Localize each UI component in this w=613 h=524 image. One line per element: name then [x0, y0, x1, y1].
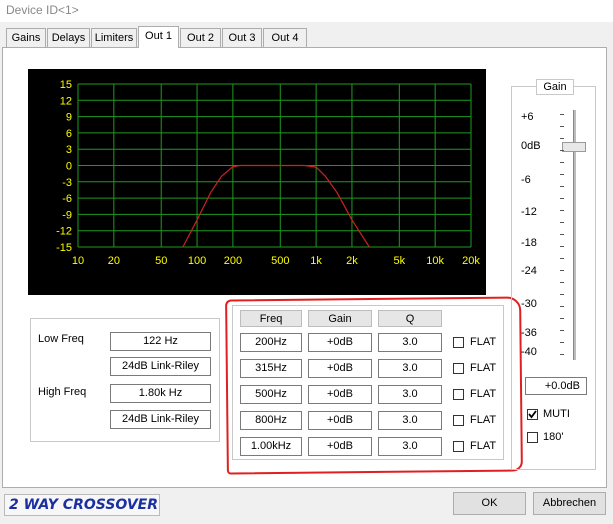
x-tick-label: 5k: [394, 255, 406, 267]
y-tick-label: 6: [66, 128, 72, 140]
gain-slider-tick: [560, 306, 564, 307]
x-tick-label: 200: [224, 255, 242, 267]
gain-scale-label: -30: [521, 298, 537, 310]
y-tick-label: 0: [66, 161, 72, 173]
low-filter-type-field[interactable]: 24dB Link-Riley: [110, 357, 211, 376]
y-tick-label: -3: [62, 177, 72, 189]
high-freq-label: High Freq: [38, 386, 87, 398]
y-tick-label: -12: [56, 226, 72, 238]
y-tick-label: 3: [66, 144, 72, 156]
y-tick-label: -9: [62, 209, 72, 221]
gain-slider-tick: [560, 114, 564, 115]
gain-slider-tick: [560, 186, 564, 187]
gain-scale-label: -36: [521, 327, 537, 339]
gain-slider-tick: [560, 318, 564, 319]
low-freq-label: Low Freq: [38, 333, 84, 345]
gain-slider-thumb[interactable]: [562, 142, 586, 152]
highlight-annotation: [225, 296, 523, 475]
gain-slider-tick: [560, 258, 564, 259]
gain-slider-tick: [560, 150, 564, 151]
gain-slider-tick: [560, 222, 564, 223]
gain-slider-tick: [560, 162, 564, 163]
tab-gains[interactable]: Gains: [6, 28, 46, 47]
tab-out-4[interactable]: Out 4: [263, 28, 307, 47]
gain-title: Gain: [536, 79, 574, 95]
cancel-button[interactable]: Abbrechen: [533, 492, 606, 515]
gain-slider-tick: [560, 234, 564, 235]
y-tick-label: -15: [56, 242, 72, 254]
gain-scale-label: -18: [521, 237, 537, 249]
gain-slider-tick: [560, 246, 564, 247]
x-tick-label: 50: [155, 255, 167, 267]
gain-slider-tick: [560, 198, 564, 199]
gain-slider-tick: [560, 126, 564, 127]
muti-checkbox[interactable]: [527, 409, 538, 420]
gain-slider-tick: [560, 330, 564, 331]
chart-svg: 15 12 9 6 3 0 -3 -6 -9 -12 -1510 20 50 100 200 500 1k 2k 5…: [56, 79, 480, 267]
gain-slider-tick: [560, 282, 564, 283]
low-freq-field[interactable]: 122 Hz: [110, 332, 211, 351]
window-title: Device ID<1>: [6, 3, 79, 17]
ok-button[interactable]: OK: [453, 492, 526, 515]
gain-scale-label: -40: [521, 346, 537, 358]
gain-slider-tick: [560, 174, 564, 175]
gain-scale-label: +6: [521, 111, 534, 123]
response-curve: [182, 164, 370, 248]
gain-scale-label: 0dB: [521, 140, 541, 152]
frequency-response-chart: 15 12 9 6 3 0 -3 -6 -9 -12 -15 10 20 50 100 200 500 1k 2k 5…: [28, 69, 486, 295]
gain-slider-tick: [560, 354, 564, 355]
tab-out-3[interactable]: Out 3: [222, 28, 262, 47]
gain-slider-tick: [560, 342, 564, 343]
muti-label: MUTI: [543, 408, 570, 420]
y-tick-label: -6: [62, 193, 72, 205]
x-tick-label: 1k: [310, 255, 322, 267]
high-freq-field[interactable]: 1.80k Hz: [110, 384, 211, 403]
x-tick-label: 10k: [426, 255, 444, 267]
tab-delays[interactable]: Delays: [47, 28, 90, 47]
y-tick-label: 15: [60, 79, 72, 91]
brand-label: 2 WAY CROSSOVER: [4, 494, 160, 516]
gain-slider-tick: [560, 210, 564, 211]
gain-scale-label: -6: [521, 174, 531, 186]
x-tick-label: 20k: [462, 255, 480, 267]
x-tick-label: 500: [271, 255, 289, 267]
x-tick-label: 20: [108, 255, 120, 267]
tab-limiters[interactable]: Limiters: [91, 28, 137, 47]
x-tick-label: 2k: [346, 255, 358, 267]
gain-slider-tick: [560, 294, 564, 295]
x-tick-label: 10: [72, 255, 84, 267]
gain-scale-label: -12: [521, 206, 537, 218]
title-bar: Device ID<1>: [0, 0, 613, 22]
y-tick-label: 12: [60, 95, 72, 107]
y-tick-label: 9: [66, 112, 72, 124]
tab-out-2[interactable]: Out 2: [180, 28, 221, 47]
gain-slider-tick: [560, 138, 564, 139]
phase-180-checkbox[interactable]: [527, 432, 538, 443]
gain-scale-label: -24: [521, 265, 537, 277]
high-filter-type-field[interactable]: 24dB Link-Riley: [110, 410, 211, 429]
phase-180-label: 180': [543, 431, 564, 443]
x-tick-label: 100: [188, 255, 206, 267]
tab-out-1[interactable]: Out 1: [138, 26, 179, 48]
gain-value-field[interactable]: +0.0dB: [525, 377, 587, 395]
gain-slider-tick: [560, 270, 564, 271]
